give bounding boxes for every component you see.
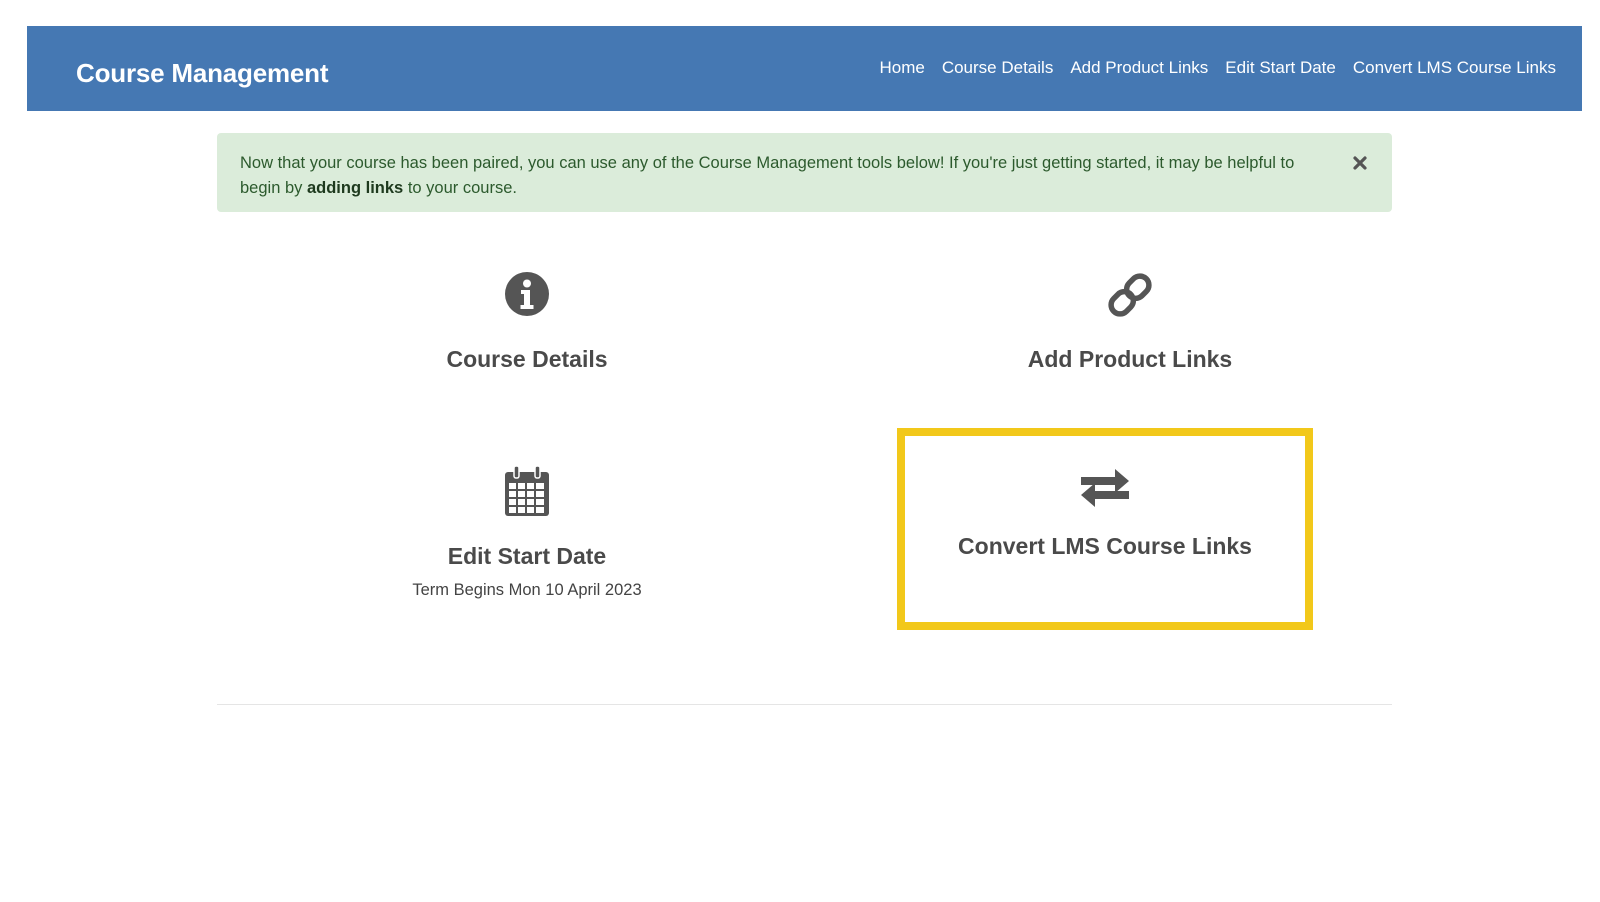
close-icon[interactable] <box>1351 154 1369 172</box>
tile-label: Course Details <box>446 346 608 372</box>
tile-course-details[interactable]: Course Details <box>357 271 697 373</box>
tile-label: Add Product Links <box>1027 346 1233 372</box>
tile-label: Convert LMS Course Links <box>958 533 1252 559</box>
page-frame: Course Management Home Course Details Ad… <box>27 26 1582 881</box>
term-begins-text: Term Begins Mon 10 April 2023 <box>412 581 642 599</box>
brand-link[interactable]: Course Management <box>76 58 329 89</box>
exchange-arrows-icon <box>905 468 1305 513</box>
tile-edit-start-date[interactable]: Edit Start Date Term Begins Mon 10 April… <box>357 465 697 600</box>
tile-label: Edit Start Date <box>447 543 607 569</box>
nav-convert-lms-links[interactable]: Convert LMS Course Links <box>1353 58 1556 78</box>
highlight-box: Convert LMS Course Links <box>897 428 1313 630</box>
divider <box>217 704 1392 705</box>
nav-home[interactable]: Home <box>879 58 924 78</box>
adding-links-link[interactable]: adding links <box>307 179 403 197</box>
success-alert: Now that your course has been paired, yo… <box>217 133 1392 212</box>
nav-course-details[interactable]: Course Details <box>942 58 1054 78</box>
tile-convert-lms-links[interactable]: Convert LMS Course Links <box>905 468 1305 560</box>
nav-links: Home Course Details Add Product Links Ed… <box>879 58 1556 78</box>
calendar-icon <box>357 465 697 523</box>
navbar: Course Management Home Course Details Ad… <box>27 26 1582 111</box>
info-circle-icon <box>357 271 697 322</box>
link-icon <box>960 271 1300 324</box>
nav-add-product-links[interactable]: Add Product Links <box>1070 58 1208 78</box>
nav-edit-start-date[interactable]: Edit Start Date <box>1225 58 1336 78</box>
tile-add-product-links[interactable]: Add Product Links <box>960 271 1300 373</box>
alert-text-after: to your course. <box>403 179 517 197</box>
